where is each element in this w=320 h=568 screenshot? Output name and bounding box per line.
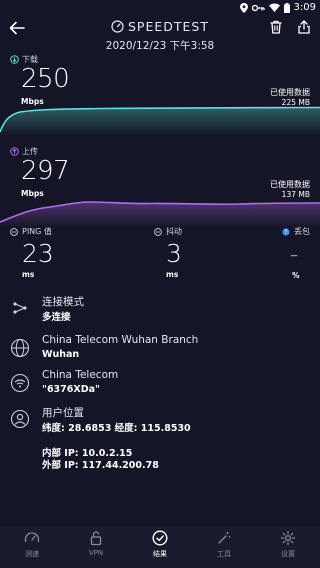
magic-wand-icon: [218, 532, 231, 544]
status-time: 3:09: [293, 2, 316, 13]
connection-mode-value: 多连接: [42, 312, 71, 323]
download-speed-value: 250: [21, 64, 70, 94]
jitter-unit: ms: [166, 270, 179, 279]
jitter-label: 抖动: [154, 226, 264, 237]
key-icon: [251, 4, 265, 12]
user-location-label: 用户位置: [42, 407, 84, 419]
ping-unit: ms: [22, 270, 35, 279]
upload-chart-fill: [0, 202, 320, 228]
globe-icon: [10, 338, 30, 358]
user-location-row: 用户位置 纬度: 28.6853 经度: 115.8530: [10, 405, 310, 437]
trash-icon: [270, 20, 282, 34]
upload-chart: [0, 201, 320, 228]
speedometer-nav-icon: [24, 532, 40, 543]
server-city: Wuhan: [42, 349, 80, 360]
user-coordinates: 纬度: 28.6853 经度: 115.8530: [42, 423, 191, 434]
provider-name: China Telecom: [42, 369, 119, 381]
external-ip: 外部 IP: 117.44.200.78: [42, 460, 159, 471]
nav-item-settings[interactable]: 设置: [256, 530, 320, 559]
nav-label-vpn: VPN: [88, 549, 104, 557]
test-datetime: 2020/12/23 下午3:58: [105, 40, 215, 52]
location-icon: [239, 2, 248, 13]
connection-mode-row: 连接模式 多连接: [10, 294, 310, 326]
delete-button[interactable]: [268, 19, 284, 35]
nav-item-results[interactable]: 结果: [128, 530, 192, 559]
download-arrow-icon: [10, 55, 19, 64]
ping-label: PING 值: [10, 226, 120, 237]
nav-item-vpn[interactable]: VPN: [64, 530, 128, 557]
upload-data-used-label: 已使用数据: [270, 180, 310, 189]
nav-label-speedtest: 测速: [25, 550, 39, 558]
bottom-nav: 测速 VPN 结果 工具 设置: [0, 526, 320, 568]
page-title-text: SPEEDTEST: [128, 19, 209, 34]
svg-text:?: ?: [284, 229, 287, 236]
help-icon: ?: [282, 227, 290, 236]
nav-label-results: 结果: [153, 550, 167, 558]
ping-icon: [10, 227, 18, 236]
speedometer-icon: [111, 20, 124, 33]
packet-loss-label-text: 丢包: [294, 227, 310, 236]
jitter-value: 3: [166, 239, 182, 268]
checkmark-circle-icon: [152, 530, 168, 546]
packet-loss-stat: ? 丢包 – %: [282, 226, 318, 280]
connection-mode-label: 连接模式: [42, 296, 84, 308]
server-row: China Telecom Wuhan Branch Wuhan: [10, 334, 310, 366]
upload-arrow-icon: [10, 147, 19, 156]
gear-icon: [280, 530, 296, 546]
server-name: China Telecom Wuhan Branch: [42, 334, 199, 346]
stats-row: PING 值 23 ms 抖动 3 ms ? 丢包 – %: [0, 226, 320, 286]
ping-stat: PING 值 23 ms: [10, 226, 120, 279]
share-icon: [298, 20, 310, 34]
jitter-icon: [154, 227, 162, 236]
status-bar: 3:09: [0, 0, 320, 16]
wifi-icon: [10, 373, 30, 393]
nav-item-speedtest[interactable]: 测速: [0, 530, 64, 559]
ping-label-text: PING 值: [22, 227, 52, 236]
wifi-network-name: "6376XDa": [42, 384, 100, 395]
lock-icon: [90, 531, 102, 546]
battery-icon: [283, 2, 290, 13]
packet-loss-unit: %: [292, 271, 300, 280]
upload-section: 上传 297 Mbps 已使用数据 137 MB: [0, 146, 320, 228]
wifi-status-icon: [268, 3, 280, 12]
user-icon: [10, 409, 30, 429]
download-section: 下载 250 Mbps 已使用数据 225 MB: [0, 54, 320, 136]
nav-label-settings: 设置: [281, 550, 295, 558]
share-button[interactable]: [296, 19, 312, 35]
nav-item-tools[interactable]: 工具: [192, 530, 256, 559]
page-title: SPEEDTEST: [111, 19, 209, 34]
upload-speed-value: 297: [21, 156, 70, 186]
provider-row: China Telecom "6376XDa": [10, 369, 310, 401]
jitter-label-text: 抖动: [166, 227, 182, 236]
packet-loss-label[interactable]: ? 丢包: [282, 226, 318, 237]
app-bar: SPEEDTEST 2020/12/23 下午3:58: [0, 16, 320, 54]
download-chart-fill: [0, 107, 320, 136]
nav-label-tools: 工具: [217, 550, 231, 558]
packet-loss-value: –: [290, 245, 298, 264]
jitter-stat: 抖动 3 ms: [154, 226, 264, 279]
download-data-used-label: 已使用数据: [270, 88, 310, 97]
ping-value: 23: [22, 239, 54, 268]
status-icons: 3:09: [239, 2, 316, 13]
download-chart: [0, 106, 320, 136]
connections-icon: [13, 302, 27, 314]
